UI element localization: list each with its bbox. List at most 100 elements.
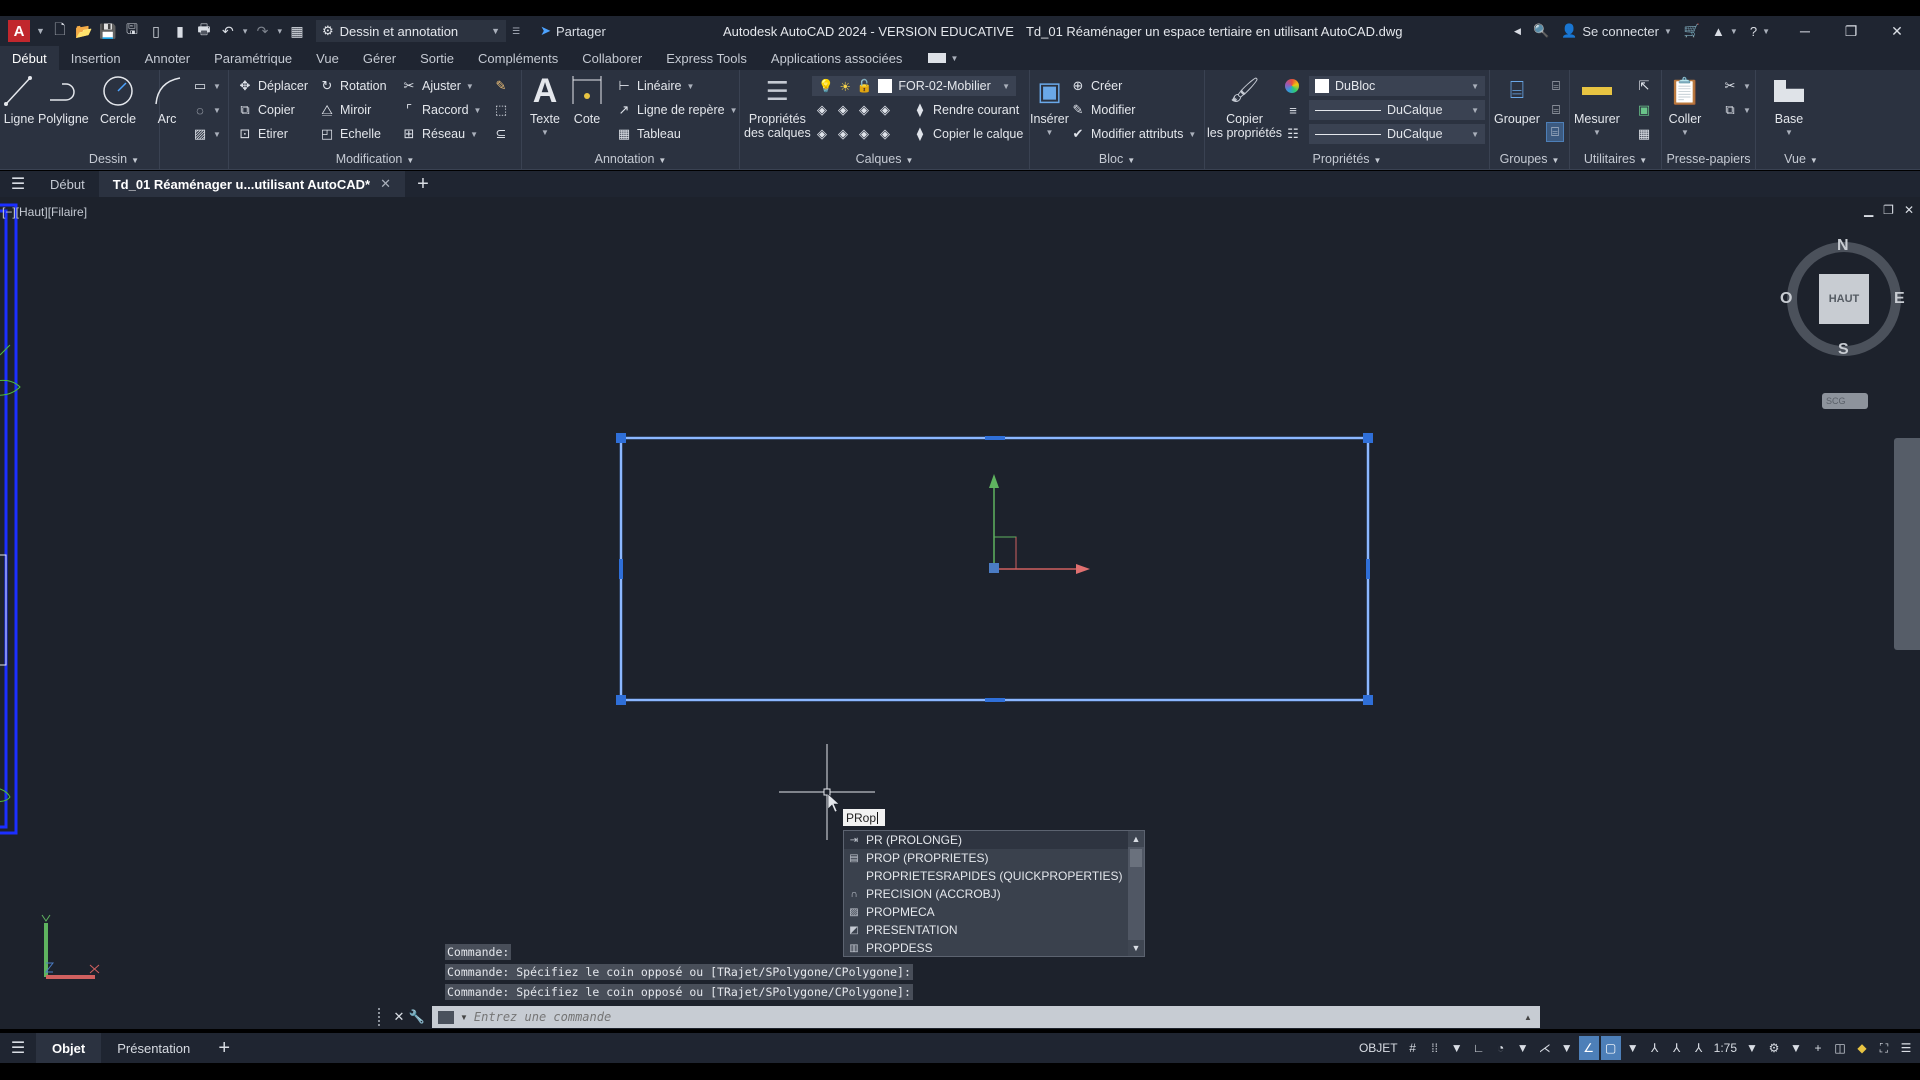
move-gizmo[interactable] <box>989 474 1090 574</box>
plot-icon[interactable]: 🖶 <box>195 21 213 40</box>
scroll-down-icon[interactable]: ▼ <box>1128 940 1144 956</box>
tab-active-drawing[interactable]: Td_01 Réaménager u...utilisant AutoCAD* … <box>98 171 406 197</box>
autocomplete-item[interactable]: ▤ PROP (PROPRIETES) <box>844 849 1144 867</box>
command-history-toggle-icon[interactable]: ▲ <box>1524 1013 1540 1022</box>
new-tab-icon[interactable]: + <box>405 171 441 197</box>
command-input-box[interactable]: ▼ ▲ <box>432 1006 1540 1028</box>
tab-debut[interactable]: Début <box>0 46 59 70</box>
dimension-button[interactable]: Cote <box>570 74 604 126</box>
cart-icon[interactable]: 🛒 <box>1684 23 1700 39</box>
panel-title-modification[interactable]: Modification ▼ <box>229 152 521 166</box>
layer-on-icon[interactable]: ◈ <box>814 126 830 142</box>
undo-caret-icon[interactable]: ▾ <box>243 26 248 37</box>
close-tab-icon[interactable]: ✕ <box>380 176 391 192</box>
compass-south[interactable]: S <box>1838 341 1849 359</box>
annotation-visibility-icon[interactable]: ⅄ <box>1645 1036 1665 1060</box>
erase-button[interactable]: ✎ <box>493 76 509 96</box>
panel-title-presse-papiers[interactable]: Presse-papiers <box>1662 152 1755 166</box>
object-snap-icon[interactable]: ▢ <box>1600 1036 1621 1060</box>
chevron-down-icon[interactable]: ▼ <box>1742 1036 1762 1060</box>
group-button[interactable]: ⌸ Grouper <box>1494 74 1540 127</box>
redo-caret-icon[interactable]: ▾ <box>277 26 282 37</box>
rectangle-button[interactable]: ▭ ▼ <box>192 76 221 96</box>
line-button[interactable]: Ligne <box>2 74 36 126</box>
app-menu-caret-icon[interactable]: ▼ <box>36 26 45 36</box>
grid-icon[interactable]: # <box>1403 1036 1423 1060</box>
share-button[interactable]: ➤ Partager <box>540 23 606 39</box>
panel-title-proprietes[interactable]: Propriétés ▼ <box>1205 152 1489 166</box>
chevron-down-icon[interactable]: ▼ <box>1447 1036 1467 1060</box>
circle-button[interactable]: Cercle <box>100 74 136 126</box>
open-icon[interactable]: 📂 <box>75 22 93 40</box>
new-layout-icon[interactable]: + <box>206 1033 242 1063</box>
tab-parametrique[interactable]: Paramétrique <box>202 46 304 70</box>
calculator-icon[interactable]: ▦ <box>1636 124 1652 144</box>
minimize-button[interactable]: ─ <box>1782 16 1828 46</box>
annotation-scale-select[interactable]: 1:75 <box>1711 1036 1740 1060</box>
scrollbar-thumb[interactable] <box>1130 849 1142 867</box>
navigation-bar[interactable] <box>1894 438 1920 650</box>
table-button[interactable]: ▦ Tableau <box>616 124 681 144</box>
scroll-left-icon[interactable]: ◀ <box>1514 26 1521 37</box>
arc-button[interactable]: Arc <box>150 74 184 126</box>
layer-select[interactable]: 💡 ☀ 🔓 FOR-02-Mobilier ▼ <box>812 76 1016 96</box>
chevron-down-icon[interactable]: ▼ <box>1557 1036 1577 1060</box>
ellipse-button[interactable]: ◌ ▼ <box>192 100 221 120</box>
panel-title-calques[interactable]: Calques ▼ <box>740 152 1029 166</box>
snap-icon[interactable]: ⁞⁞ <box>1425 1036 1445 1060</box>
lineweight-select[interactable]: DuCalque ▼ <box>1309 100 1485 120</box>
offset-button[interactable]: ⊆ <box>493 124 509 144</box>
stretch-button[interactable]: ⊡ Etirer <box>237 124 288 144</box>
leader-button[interactable]: ↗ Ligne de repère ▼ <box>616 100 738 120</box>
chevron-down-icon[interactable]: ▼ <box>950 54 958 63</box>
move-button[interactable]: ✥ Déplacer <box>237 76 308 96</box>
workspace-gear-icon[interactable]: ⚙ <box>1764 1036 1784 1060</box>
tab-model[interactable]: Objet <box>36 1033 102 1063</box>
copy-layer-button[interactable]: ⧫ Copier le calque <box>912 124 1024 144</box>
layer-freeze-icon[interactable]: ◈ <box>856 102 872 118</box>
panel-title-vue[interactable]: Vue ▼ <box>1756 152 1846 166</box>
explode-button[interactable]: ⬚ <box>493 100 509 120</box>
linetype-select[interactable]: DuCalque ▼ <box>1309 124 1485 144</box>
text-button[interactable]: A Texte ▼ <box>528 74 562 140</box>
match-properties-button[interactable]: 🖌 Copier les propriétés <box>1207 74 1282 141</box>
chevron-down-icon[interactable]: ▼ <box>460 1013 468 1022</box>
panel-title-bloc[interactable]: Bloc ▼ <box>1030 152 1204 166</box>
chevron-down-icon[interactable]: ▼ <box>1513 1036 1533 1060</box>
tab-applications-associees[interactable]: Applications associées <box>759 46 915 70</box>
autocomplete-item[interactable]: ⇥ PR (PROLONGE) <box>844 831 1144 849</box>
select-all-icon[interactable]: ▣ <box>1636 100 1652 120</box>
annotation-scale-icon[interactable]: ⅄ <box>1689 1036 1709 1060</box>
tab-start[interactable]: Début <box>36 171 99 197</box>
viewcube-top-face[interactable]: HAUT <box>1819 274 1869 324</box>
tab-express-tools[interactable]: Express Tools <box>654 46 759 70</box>
trim-button[interactable]: ✂ Ajuster ▼ <box>401 76 474 96</box>
copy-clip-icon[interactable]: ⧉ ▼ <box>1722 100 1751 120</box>
workspace-select[interactable]: ⚙ Dessin et annotation ▼ <box>315 20 506 42</box>
quick-select-icon[interactable]: ⇱ <box>1636 76 1652 96</box>
undo-icon[interactable]: ↶ <box>219 22 237 40</box>
help-icon[interactable]: ? ▼ <box>1750 24 1770 39</box>
copy-button[interactable]: ⧉ Copier <box>237 100 294 120</box>
viewport-restore-icon[interactable]: ❐ <box>1883 203 1894 217</box>
clean-screen-icon[interactable]: ⛶ <box>1874 1036 1894 1060</box>
group-select-icon[interactable]: ⌸ <box>1546 122 1564 142</box>
isolate-objects-icon[interactable]: ◫ <box>1830 1036 1850 1060</box>
tab-gerer[interactable]: Gérer <box>351 46 408 70</box>
customization-menu-icon[interactable]: ☰ <box>1896 1036 1916 1060</box>
autocomplete-scrollbar[interactable]: ▲ ▼ <box>1128 831 1144 956</box>
redo-icon[interactable]: ↷ <box>253 22 271 40</box>
tab-complements[interactable]: Compléments <box>466 46 570 70</box>
cut-icon[interactable]: ✂ ▼ <box>1722 76 1751 96</box>
close-command-line-icon[interactable]: ✕ <box>390 1009 408 1025</box>
array-button[interactable]: ⊞ Réseau ▼ <box>401 124 478 144</box>
autocomplete-item[interactable]: PROPRIETESRAPIDES (QUICKPROPERTIES) <box>844 867 1144 885</box>
maximize-button[interactable]: ❐ <box>1828 16 1874 46</box>
paste-button[interactable]: 📋 Coller ▼ <box>1668 74 1702 140</box>
base-view-button[interactable]: Base ▼ <box>1772 74 1806 140</box>
measure-button[interactable]: Mesurer ▼ <box>1574 74 1620 140</box>
autocomplete-item[interactable]: ∩ PRECISION (ACCROBJ) <box>844 885 1144 903</box>
save-icon[interactable]: 💾 <box>99 22 117 40</box>
tab-sortie[interactable]: Sortie <box>408 46 466 70</box>
compass-north[interactable]: N <box>1837 237 1849 255</box>
